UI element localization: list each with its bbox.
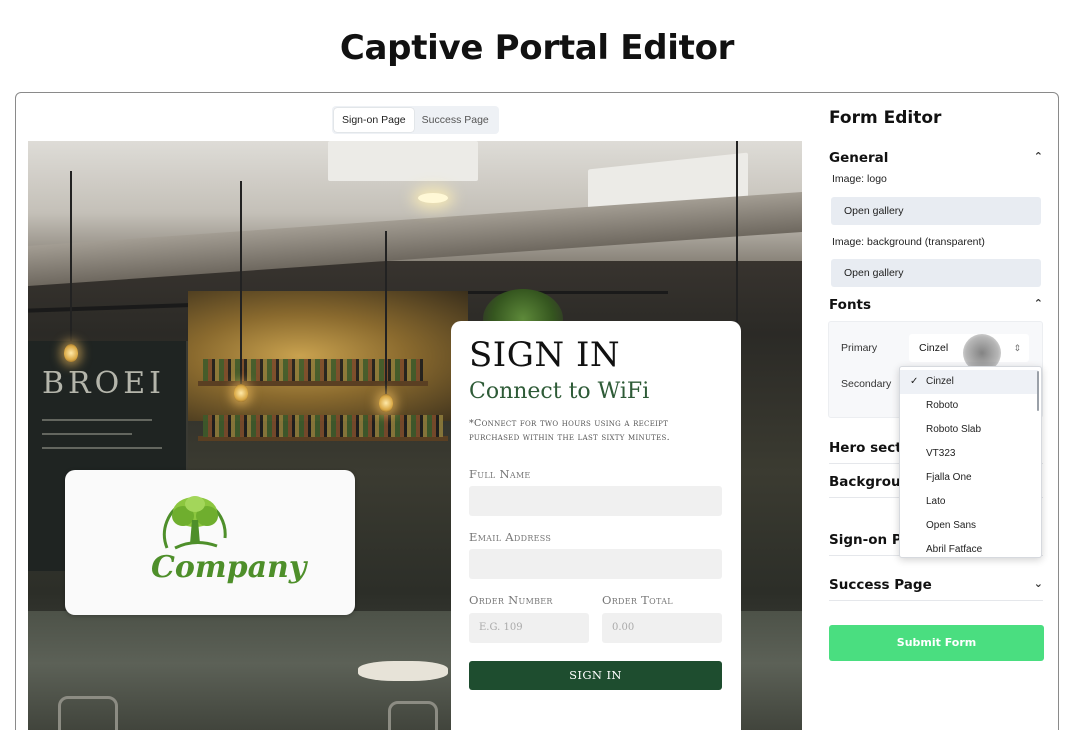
bar-bottles	[203, 415, 443, 437]
section-success-header[interactable]: Success Page ⌄	[829, 577, 1043, 593]
section-success-label: Success Page	[829, 577, 932, 593]
dropdown-scrollbar[interactable]	[1037, 371, 1039, 411]
editor-frame: Sign-on Page Success Page BROEI Company …	[15, 92, 1059, 730]
signin-note: *Connect for two hours using a receipt p…	[469, 418, 670, 443]
font-option-roboto[interactable]: Roboto	[900, 394, 1038, 418]
pendant-bulb	[64, 344, 78, 362]
pendant-bulb	[234, 384, 248, 402]
tab-sign-on-page[interactable]: Sign-on Page	[334, 108, 414, 132]
email-label: Email Address	[469, 530, 552, 544]
submit-form-button[interactable]: Submit Form	[829, 625, 1044, 661]
form-editor-panel: Form Editor General ⌃ Image: logo Open g…	[828, 93, 1048, 730]
page-title: Captive Portal Editor	[339, 28, 735, 68]
logo-image-label: Image: logo	[832, 173, 887, 185]
background-open-gallery-button[interactable]: Open gallery	[831, 259, 1041, 287]
pendant-cord	[70, 171, 72, 346]
logo-wordmark: Company	[151, 550, 307, 585]
font-option-roboto-slab[interactable]: Roboto Slab	[900, 418, 1038, 442]
chalk-line	[42, 447, 162, 449]
ceiling-panel	[328, 141, 478, 181]
select-arrows-icon: ⇕	[1013, 343, 1021, 353]
background-sign-text: BROEI	[42, 366, 165, 401]
section-fonts-label: Fonts	[829, 297, 872, 313]
primary-font-value: Cinzel	[919, 342, 949, 354]
background-chair	[58, 696, 118, 730]
bar-shelf	[198, 381, 428, 386]
background-chair	[388, 701, 438, 730]
order-number-input[interactable]: E.G. 109	[469, 613, 589, 643]
chalk-line	[42, 419, 152, 421]
font-dropdown-list[interactable]: ✓ Cinzel Roboto Roboto Slab VT323 Fjalla…	[899, 366, 1042, 558]
section-signon-label: Sign-on P	[829, 532, 902, 548]
secondary-font-label: Secondary	[841, 378, 892, 390]
primary-font-label: Primary	[841, 342, 878, 354]
font-option-abril-fatface[interactable]: Abril Fatface	[900, 538, 1038, 557]
chevron-up-icon: ⌃	[1033, 297, 1043, 310]
font-option-fjalla-one[interactable]: Fjalla One	[900, 466, 1038, 490]
order-total-label: Order Total	[602, 593, 673, 607]
logo-card: Company	[65, 470, 355, 615]
font-option-cinzel[interactable]: ✓ Cinzel	[900, 370, 1038, 394]
font-option-lato[interactable]: Lato	[900, 490, 1038, 514]
pendant-cord	[240, 181, 242, 386]
section-fonts-header[interactable]: Fonts ⌃	[829, 297, 1043, 313]
order-number-label: Order Number	[469, 593, 553, 607]
logo-open-gallery-button[interactable]: Open gallery	[831, 197, 1041, 225]
background-bar-wall	[188, 291, 468, 421]
page-tabs: Sign-on Page Success Page	[332, 106, 499, 134]
pendant-bulb	[379, 394, 393, 412]
signin-card: SIGN IN Connect to WiFi *Connect for two…	[451, 321, 741, 730]
pendant-cord	[385, 231, 387, 396]
section-general-label: General	[829, 150, 889, 166]
chalk-line	[42, 433, 132, 435]
tree-logo-icon	[162, 496, 227, 550]
chevron-up-icon: ⌃	[1033, 150, 1043, 163]
bar-bottles	[203, 359, 423, 381]
signin-subtitle: Connect to WiFi	[469, 379, 650, 404]
full-name-label: Full Name	[469, 467, 531, 481]
signin-title: SIGN IN	[469, 335, 621, 375]
font-option-vt323[interactable]: VT323	[900, 442, 1038, 466]
portal-preview: BROEI Company SIGN IN Connect to WiFi *C…	[28, 141, 802, 730]
background-image-label: Image: background (transparent)	[832, 236, 985, 248]
full-name-input[interactable]	[469, 486, 722, 516]
background-table	[358, 661, 448, 681]
email-input[interactable]	[469, 549, 722, 579]
font-option-label: Cinzel	[926, 376, 954, 387]
tab-success-page[interactable]: Success Page	[414, 108, 497, 132]
divider	[829, 600, 1043, 601]
chevron-down-icon: ⌄	[1033, 577, 1043, 590]
signin-button[interactable]: SIGN IN	[469, 661, 722, 690]
ceiling-lamp	[418, 193, 448, 203]
section-general-header[interactable]: General ⌃	[829, 150, 1043, 166]
font-option-open-sans[interactable]: Open Sans	[900, 514, 1038, 538]
form-editor-title: Form Editor	[829, 108, 942, 128]
order-total-input[interactable]: 0.00	[602, 613, 722, 643]
checkmark-icon: ✓	[910, 376, 919, 387]
